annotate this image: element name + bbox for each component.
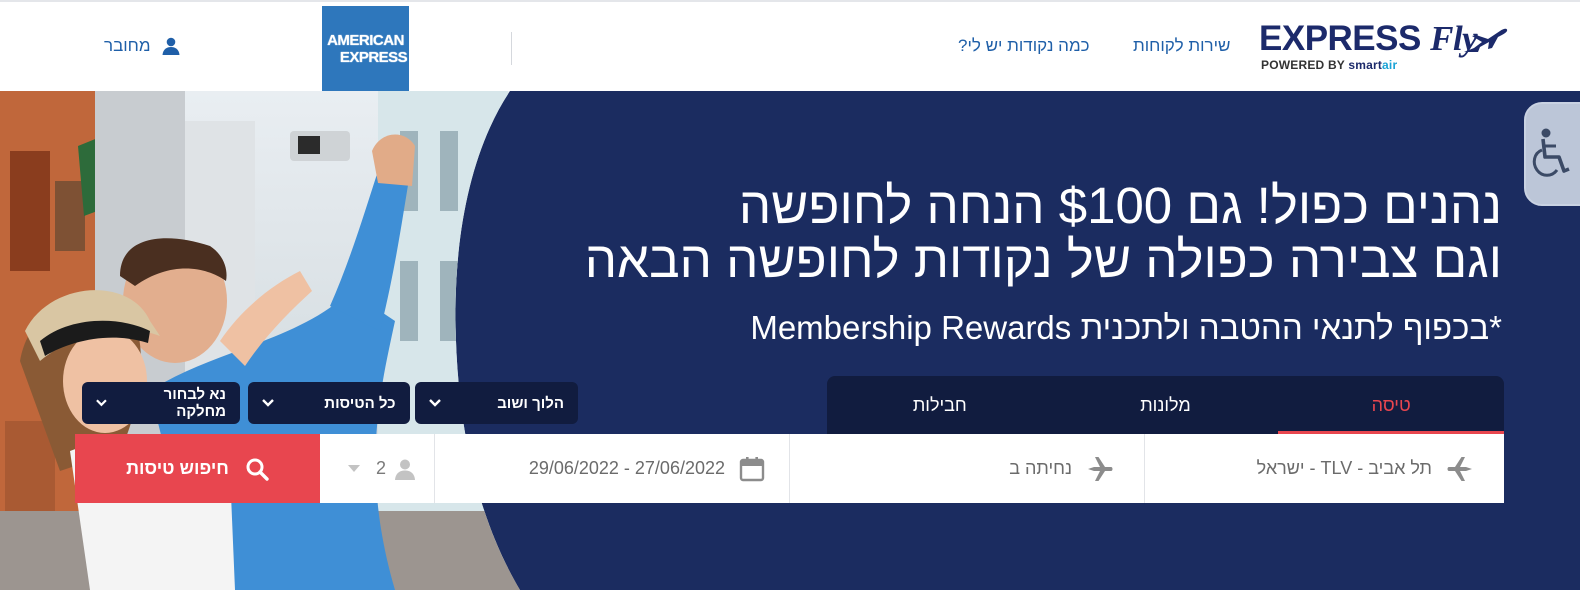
amex-logo[interactable]: AMERICAN EXPRESS [322,6,409,92]
brand-powered-by: POWERED BY smartair [1261,58,1397,72]
header-divider [511,32,512,65]
destination-field[interactable]: נחיתה ב [790,434,1145,503]
site-header: מחובר AMERICAN EXPRESS כמה נקודות יש לי?… [0,0,1580,92]
trip-type-select[interactable]: הלוך ושוב [415,382,578,424]
origin-value: תל אביב - TLV - ישראל [1256,458,1432,478]
headline-line-2: וגם צבירה כפולה של נקודות לחופשה הבאה [584,231,1502,288]
accessibility-button[interactable] [1524,102,1580,206]
chevron-down-icon [429,399,441,407]
tab-packages[interactable]: חבילות [827,376,1053,434]
login-label: מחובר [104,36,151,55]
search-button-label: חיפוש טיסות [126,458,229,478]
hero-headline: נהנים כפול! גם $100 הנחה לחופשה וגם צביר… [585,179,1502,287]
passengers-select[interactable]: 2 [320,434,435,503]
trip-type-value: הלוך ושוב [497,394,564,412]
dates-field[interactable]: 29/06/2022 - 27/06/2022 [435,434,790,503]
caret-down-icon [347,465,360,472]
hero-photo [0,91,560,590]
hero-subline: *בכפוף לתנאי ההטבה ולתכנית Membership Re… [750,309,1502,346]
customer-service-link[interactable]: שירות לקוחות [1133,36,1230,56]
plane-landing-icon [1088,456,1113,481]
airlines-select[interactable]: כל הטיסות [247,382,410,424]
dates-value: 29/06/2022 - 27/06/2022 [528,458,725,478]
smartair-smart: smart [1348,58,1383,72]
hero-banner: נהנים כפול! גם $100 הנחה לחופשה וגם צביר… [0,91,1580,590]
powered-by-text: POWERED BY [1261,58,1345,72]
amex-logo-line2: EXPRESS [339,49,408,66]
headline-line-1: נהנים כפול! גם $100 הנחה לחופשה [738,177,1502,234]
search-icon [246,458,269,481]
destination-placeholder: נחיתה ב [1009,458,1072,478]
login-status[interactable]: מחובר [104,36,181,56]
search-flights-button[interactable]: חיפוש טיסות [75,434,320,503]
search-tabs: טיסה מלונות חבילות [827,376,1504,434]
calendar-icon [739,456,765,481]
express-fly-logo[interactable]: EXPRESS Fly POWERED BY smartair [1259,20,1509,76]
airplane-logo-icon [1464,28,1508,52]
person-icon [395,459,415,480]
passengers-count: 2 [375,458,386,478]
cabin-class-value: נא לבחור מחלקה [163,386,226,420]
tab-flights[interactable]: טיסה [1278,376,1504,434]
cabin-class-select[interactable]: נא לבחור מחלקה [82,382,240,424]
chevron-down-icon [261,399,274,407]
airlines-value: כל הטיסות [324,394,396,412]
brand-express: EXPRESS [1259,19,1421,58]
tab-hotels[interactable]: מלונות [1053,376,1279,434]
wheelchair-icon [1532,128,1570,177]
my-points-link[interactable]: כמה נקודות יש לי? [958,36,1090,56]
brand-wordmark: EXPRESS Fly [1259,19,1478,58]
chevron-down-icon [96,399,107,407]
amex-logo-line1: AMERICAN [327,32,404,49]
smartair-air: air [1382,58,1398,72]
user-icon [162,37,180,55]
plane-takeoff-icon [1447,456,1472,481]
flight-search-bar: חיפוש טיסות 2 29/06/2022 - 27/06/2022 נח… [75,434,1504,503]
origin-field[interactable]: תל אביב - TLV - ישראל [1145,434,1504,503]
